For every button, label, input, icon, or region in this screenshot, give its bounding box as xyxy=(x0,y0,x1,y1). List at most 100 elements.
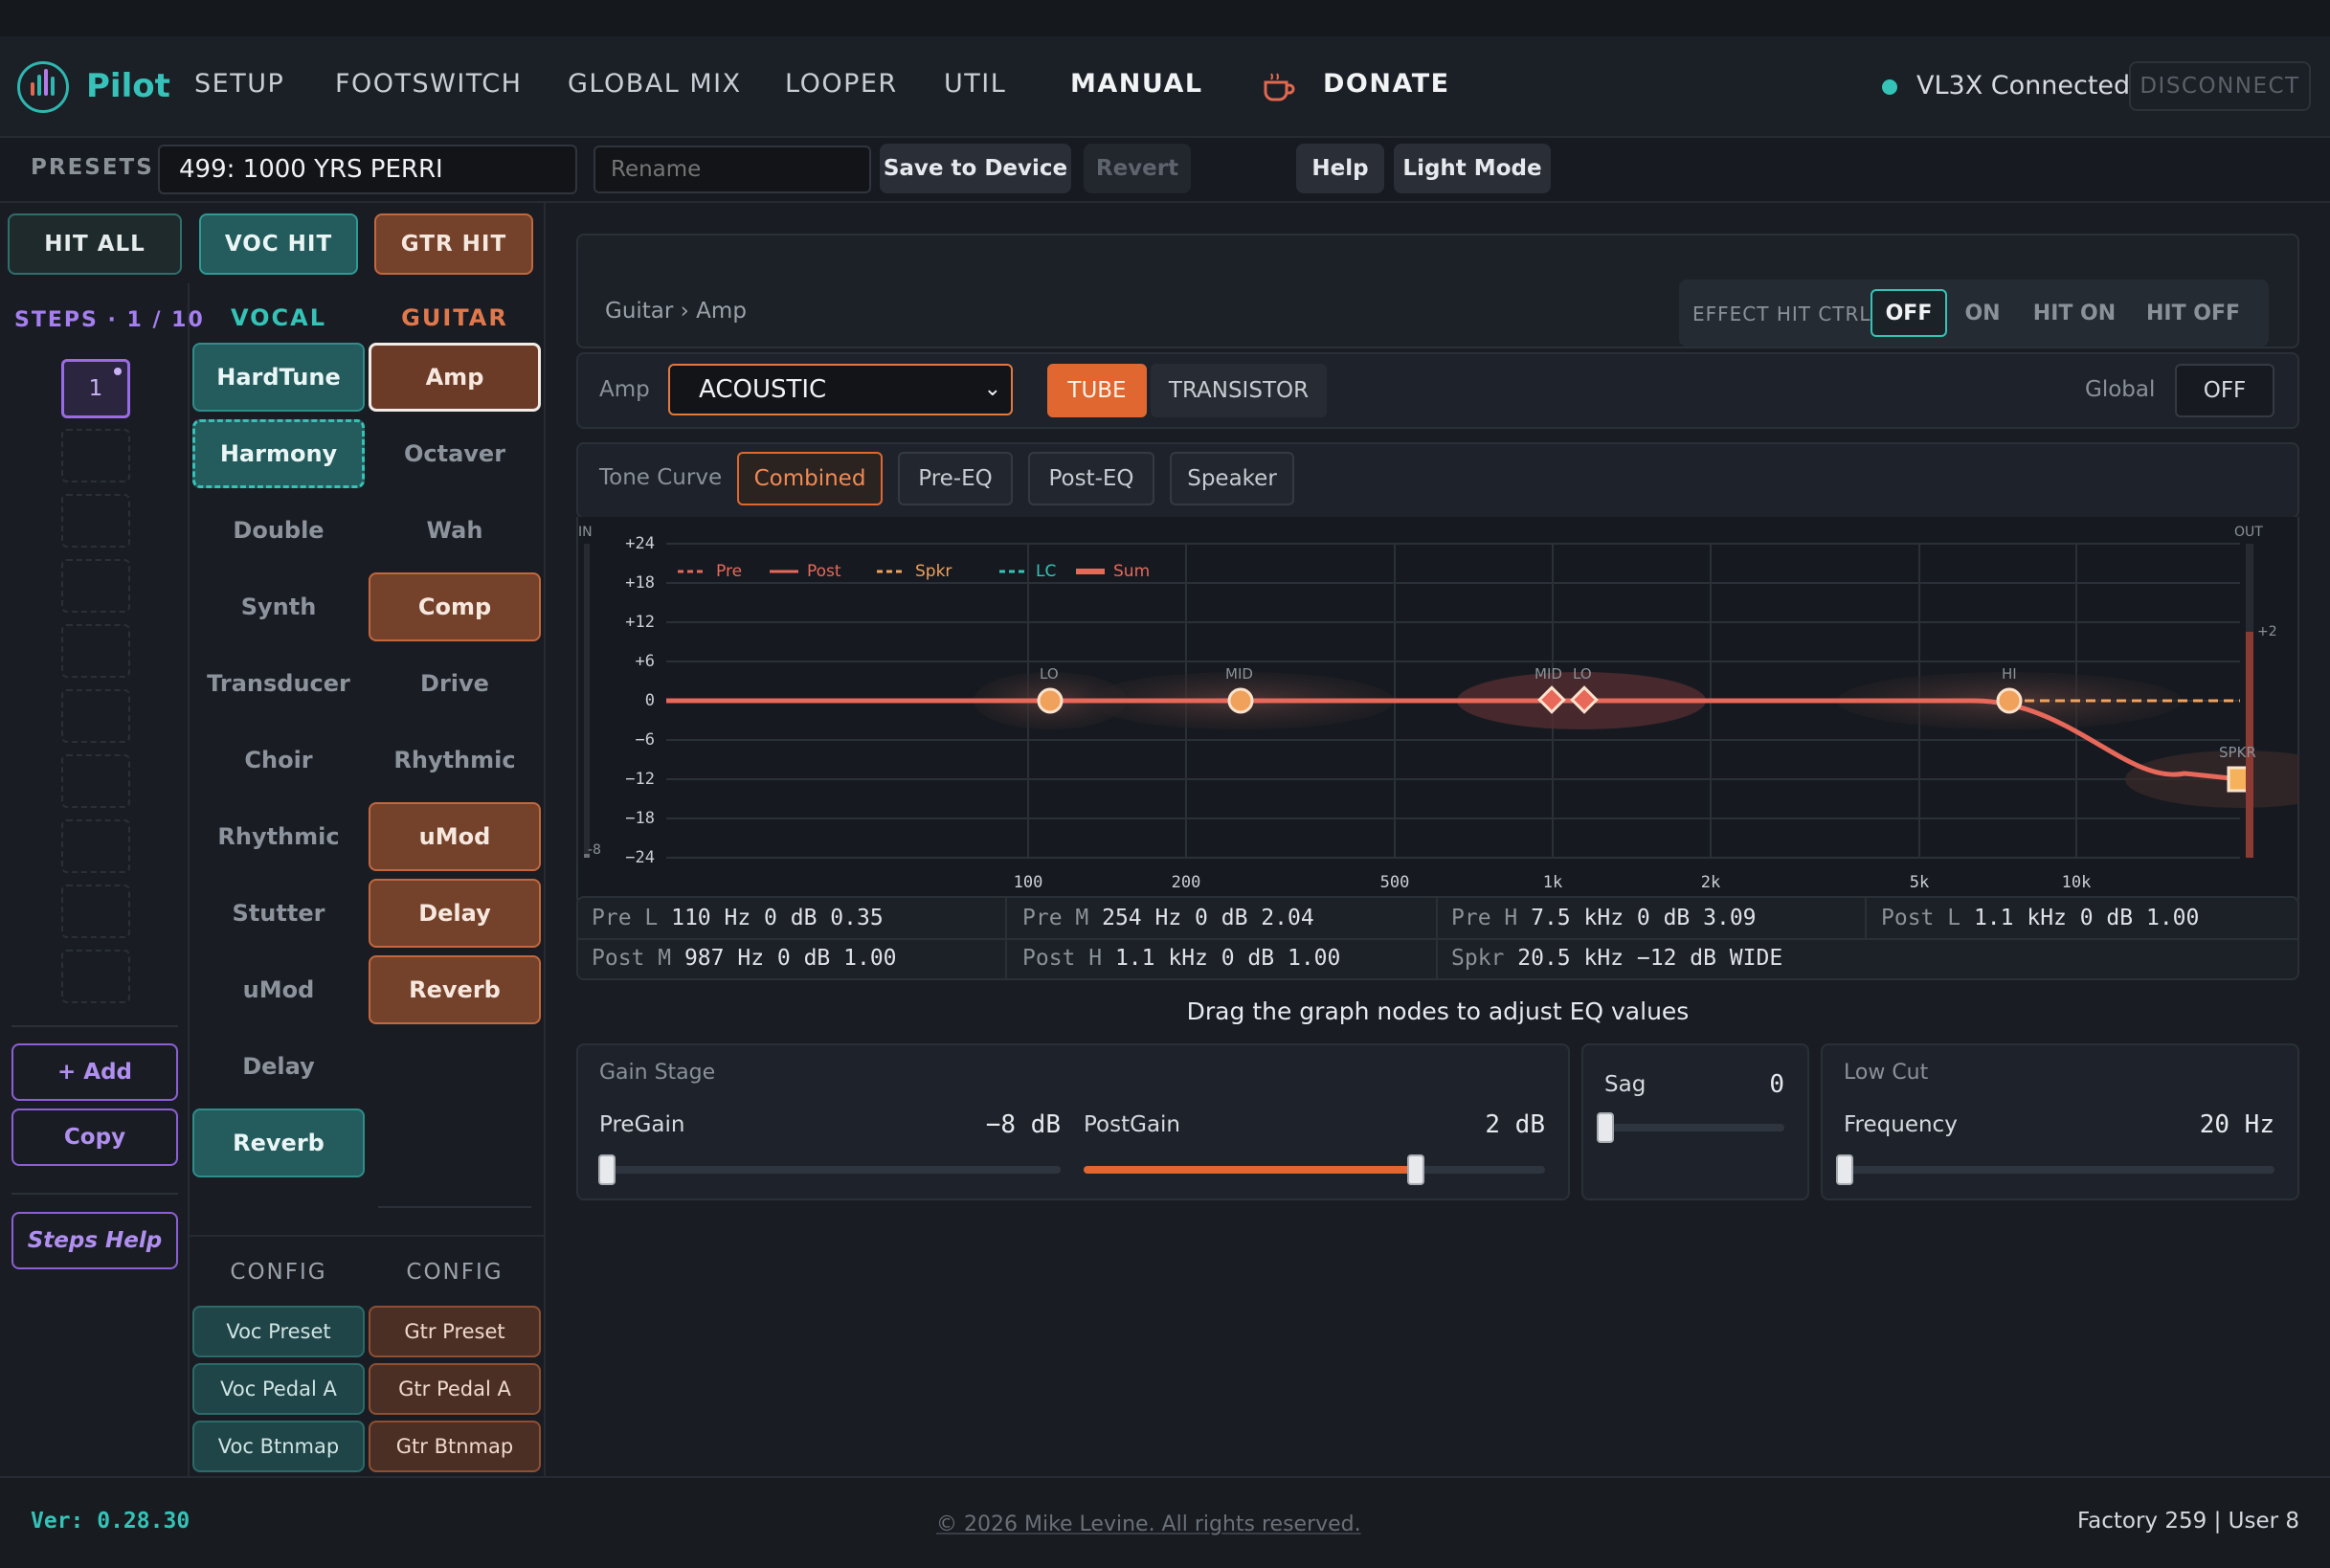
sag-slider[interactable] xyxy=(1597,1124,1784,1131)
vocal-harmony-button[interactable]: Harmony xyxy=(192,419,365,488)
param-post-h: Post H 1.1 kHz 0 dB 1.00 xyxy=(1022,946,1340,971)
step-slot-empty[interactable] xyxy=(61,819,130,873)
mid-node[interactable] xyxy=(1227,687,1254,714)
legend-post: Post xyxy=(807,562,841,581)
presets-label: PRESETS xyxy=(31,155,154,180)
save-to-device-button[interactable]: Save to Device xyxy=(880,144,1071,193)
revert-button[interactable]: Revert xyxy=(1084,144,1191,193)
voc-pedal-a-button[interactable]: Voc Pedal A xyxy=(192,1363,365,1415)
effect-hit-hit-off[interactable]: HIT OFF xyxy=(2137,289,2250,337)
copy-step-button[interactable]: Copy xyxy=(11,1109,178,1166)
steps-help-button[interactable]: Steps Help xyxy=(11,1212,178,1269)
gtr-pedal-a-button[interactable]: Gtr Pedal A xyxy=(369,1363,541,1415)
vocal-delay-button[interactable]: Delay xyxy=(192,1032,365,1101)
low-cut-slider-handle[interactable] xyxy=(1836,1154,1853,1185)
copyright-text[interactable]: © 2026 Mike Levine. All rights reserved. xyxy=(936,1512,1361,1536)
amp-mode-transistor[interactable]: TRANSISTOR xyxy=(1151,364,1327,417)
help-button[interactable]: Help xyxy=(1296,144,1384,193)
tone-tab-pre-eq[interactable]: Pre-EQ xyxy=(898,452,1013,505)
hit-all-button[interactable]: HIT ALL xyxy=(8,213,182,275)
vocal-choir-button[interactable]: Choir xyxy=(192,726,365,795)
nav-footswitch[interactable]: FOOTSWITCH xyxy=(335,69,522,99)
voc-hit-button[interactable]: VOC HIT xyxy=(199,213,358,275)
guitar-wah-button[interactable]: Wah xyxy=(369,496,541,565)
voc-preset-button[interactable]: Voc Preset xyxy=(192,1306,365,1357)
pregain-slider-handle[interactable] xyxy=(598,1154,616,1185)
vocal-umod-button[interactable]: uMod xyxy=(192,955,365,1024)
guitar-config-label: CONFIG xyxy=(406,1260,504,1285)
vocal-synth-button[interactable]: Synth xyxy=(192,572,365,641)
breadcrumb: Guitar › Amp xyxy=(605,299,747,324)
add-step-button[interactable]: + Add xyxy=(11,1043,178,1101)
vocal-stutter-button[interactable]: Stutter xyxy=(192,879,365,948)
nav-util[interactable]: UTIL xyxy=(944,69,1006,99)
param-name: Spkr xyxy=(1451,946,1505,971)
guitar-delay-button[interactable]: Delay xyxy=(369,879,541,948)
x-tick: 1k xyxy=(1542,873,1563,892)
disconnect-button[interactable]: DISCONNECT xyxy=(2129,61,2311,111)
vocal-reverb-button[interactable]: Reverb xyxy=(192,1109,365,1177)
vocal-rhythmic-button[interactable]: Rhythmic xyxy=(192,802,365,871)
donate-link[interactable]: DONATE xyxy=(1323,69,1450,99)
guitar-amp-button[interactable]: Amp xyxy=(369,343,541,412)
step-slot-empty[interactable] xyxy=(61,754,130,808)
nav-looper[interactable]: LOOPER xyxy=(785,69,898,99)
gtr-btnmap-button[interactable]: Gtr Btnmap xyxy=(369,1421,541,1472)
vocal-hardtune-button[interactable]: HardTune xyxy=(192,343,365,412)
param-name: Pre M xyxy=(1022,906,1089,930)
global-toggle[interactable]: OFF xyxy=(2175,364,2274,417)
preset-select[interactable]: 499: 1000 YRS PERRI xyxy=(158,145,577,194)
nav-setup[interactable]: SETUP xyxy=(194,69,284,99)
gtr-preset-button[interactable]: Gtr Preset xyxy=(369,1306,541,1357)
guitar-umod-button[interactable]: uMod xyxy=(369,802,541,871)
param-value: 1.1 kHz 0 dB 1.00 xyxy=(1973,906,2200,930)
effect-hit-off[interactable]: OFF xyxy=(1871,289,1947,337)
step-slot-empty[interactable] xyxy=(61,689,130,743)
guitar-rhythmic-button[interactable]: Rhythmic xyxy=(369,726,541,795)
lo-node[interactable] xyxy=(1037,687,1064,714)
rename-input[interactable] xyxy=(594,146,871,193)
coffee-cup-icon[interactable] xyxy=(1262,71,1296,103)
node-label-spkr: SPKR xyxy=(2219,744,2256,761)
step-slot-empty[interactable] xyxy=(61,429,130,482)
sag-slider-handle[interactable] xyxy=(1597,1112,1614,1143)
gtr-hit-button[interactable]: GTR HIT xyxy=(374,213,533,275)
postgain-slider-handle[interactable] xyxy=(1407,1154,1424,1185)
tone-tab-speaker[interactable]: Speaker xyxy=(1170,452,1294,505)
guitar-comp-button[interactable]: Comp xyxy=(369,572,541,641)
out-meter-value: +2 xyxy=(2257,624,2277,639)
step-slot-empty[interactable] xyxy=(61,885,130,938)
step-slot-empty[interactable] xyxy=(61,624,130,678)
amp-label: Amp xyxy=(599,377,650,402)
tone-tab-post-eq[interactable]: Post-EQ xyxy=(1028,452,1154,505)
guitar-reverb-button[interactable]: Reverb xyxy=(369,955,541,1024)
step-slot-empty[interactable] xyxy=(61,494,130,548)
guitar-drive-button[interactable]: Drive xyxy=(369,649,541,718)
low-cut-title: Low Cut xyxy=(1844,1061,1929,1085)
nav-global-mix[interactable]: GLOBAL MIX xyxy=(568,69,742,99)
amp-type-select[interactable]: ACOUSTIC ⌄ xyxy=(668,364,1013,415)
light-mode-button[interactable]: Light Mode xyxy=(1394,144,1551,193)
low-cut-slider[interactable] xyxy=(1836,1166,2274,1174)
y-tick: −24 xyxy=(625,848,655,867)
amp-mode-tube[interactable]: TUBE xyxy=(1047,364,1147,417)
tone-tab-combined[interactable]: Combined xyxy=(737,452,883,505)
effect-hit-hit-on[interactable]: HIT ON xyxy=(2022,289,2127,337)
effect-hit-on[interactable]: ON xyxy=(1953,289,2012,337)
postgain-slider-fill xyxy=(1084,1166,1417,1174)
app-logo-text[interactable]: Pilot xyxy=(86,67,170,105)
step-slot-empty[interactable] xyxy=(61,950,130,1003)
vocal-double-button[interactable]: Double xyxy=(192,496,365,565)
voc-btnmap-button[interactable]: Voc Btnmap xyxy=(192,1421,365,1472)
low-cut-frequency-value: 20 Hz xyxy=(2199,1110,2274,1139)
hi-node[interactable] xyxy=(1996,687,2023,714)
nav-manual[interactable]: MANUAL xyxy=(1070,69,1203,99)
gain-stage-title: Gain Stage xyxy=(599,1061,716,1085)
guitar-octaver-button[interactable]: Octaver xyxy=(369,419,541,488)
vocal-transducer-button[interactable]: Transducer xyxy=(192,649,365,718)
pregain-slider[interactable] xyxy=(599,1166,1061,1174)
step-slot-empty[interactable] xyxy=(61,559,130,613)
steps-label: STEPS · 1 / 10 xyxy=(14,308,205,332)
x-tick: 10k xyxy=(2061,873,2092,892)
step-1[interactable]: 1 xyxy=(61,359,130,418)
